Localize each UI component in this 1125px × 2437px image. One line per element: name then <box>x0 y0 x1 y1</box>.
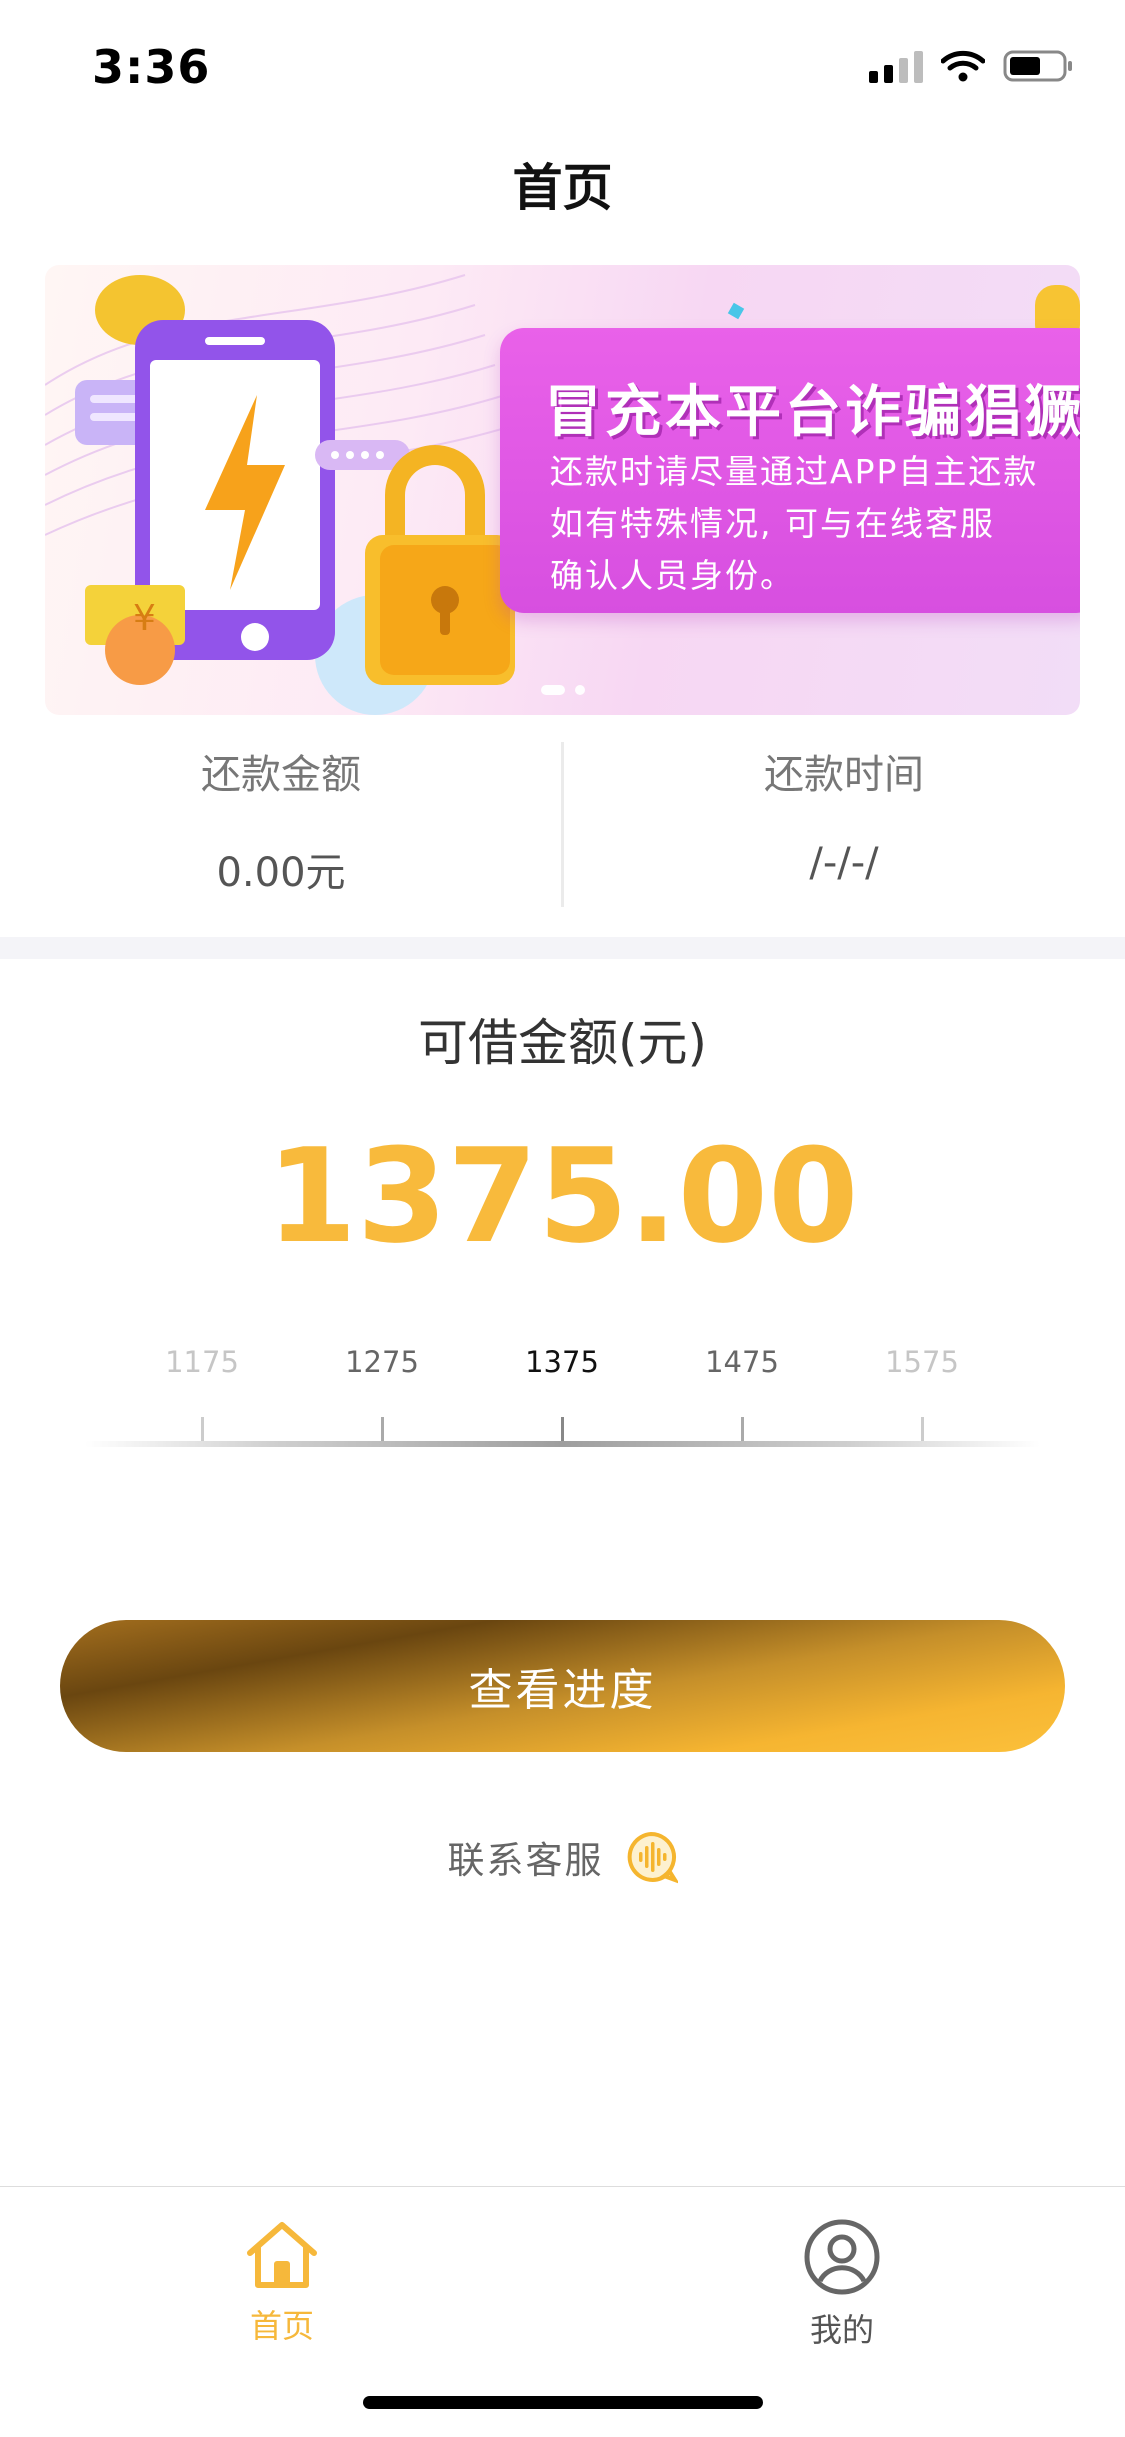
ruler-tick-label[interactable]: 1575 <box>842 1345 1002 1379</box>
contact-service-link[interactable]: 联系客服 <box>0 1830 1125 1884</box>
pagination-dot <box>574 685 585 695</box>
ruler-tick <box>741 1417 744 1441</box>
ruler-tick <box>381 1417 384 1441</box>
repayment-time-value: /-/-/ <box>809 840 879 886</box>
amount-ruler-slider[interactable]: 1175 1275 1375 1475 1575 <box>0 1345 1125 1465</box>
home-indicator <box>363 2396 763 2409</box>
repayment-amount-value: 0.00元 <box>216 850 346 896</box>
banner-line-3: 确认人员身份。 <box>550 556 795 595</box>
tab-home-label: 首页 <box>249 2307 314 2345</box>
ruler-tick-label-selected[interactable]: 1375 <box>482 1345 642 1379</box>
status-time: 3:36 <box>92 40 211 94</box>
ruler-tick-label[interactable]: 1275 <box>302 1345 462 1379</box>
tab-mine[interactable]: 我的 <box>742 2217 942 2351</box>
repayment-info: 还款金额 0.00元 还款时间 /-/-/ <box>0 742 1125 912</box>
tab-home[interactable]: 首页 <box>182 2217 382 2347</box>
banner-pagination[interactable] <box>45 685 1080 695</box>
customer-service-icon <box>627 1831 678 1884</box>
check-progress-button[interactable]: 查看进度 <box>60 1620 1065 1752</box>
repayment-time-label: 还款时间 <box>764 752 924 798</box>
ruler-tick <box>201 1417 204 1441</box>
promo-banner[interactable]: ¥ 冒充本平台诈骗猖獗 还款时请尽量通过APP自主还款 如有特殊情况, 可与在线… <box>45 265 1080 715</box>
banner-line-2: 如有特殊情况, 可与在线客服 <box>550 504 995 543</box>
wifi-icon <box>941 50 985 82</box>
available-amount-label: 可借金额(元) <box>417 1014 707 1072</box>
ruler-tick-label[interactable]: 1175 <box>122 1345 282 1379</box>
ruler-tick-label[interactable]: 1475 <box>662 1345 822 1379</box>
battery-icon <box>1003 50 1072 82</box>
repayment-time: 还款时间 /-/-/ <box>563 742 1125 886</box>
home-icon <box>247 2222 317 2288</box>
status-bar: 3:36 <box>0 0 1125 132</box>
status-icons <box>869 48 1075 84</box>
banner-headline: 冒充本平台诈骗猖獗 <box>545 380 1080 445</box>
banner-yen-symbol: ¥ <box>133 598 156 639</box>
banner-line-1: 还款时请尽量通过APP自主还款 <box>550 452 1039 491</box>
tab-mine-label: 我的 <box>809 2311 874 2349</box>
profile-icon <box>804 2219 880 2295</box>
available-amount-value: 1375.00 <box>266 1120 859 1272</box>
ruler-baseline <box>85 1441 1040 1447</box>
ruler-tick <box>921 1417 924 1441</box>
repayment-amount: 还款金额 0.00元 <box>0 742 562 898</box>
page-title: 首页 <box>512 159 613 217</box>
pagination-dot-active <box>540 685 565 695</box>
section-separator <box>0 937 1125 959</box>
repayment-amount-label: 还款金额 <box>201 752 361 798</box>
ruler-tick <box>561 1417 564 1441</box>
contact-service-label: 联系客服 <box>447 1839 604 1882</box>
cellular-signal-icon <box>869 49 923 83</box>
